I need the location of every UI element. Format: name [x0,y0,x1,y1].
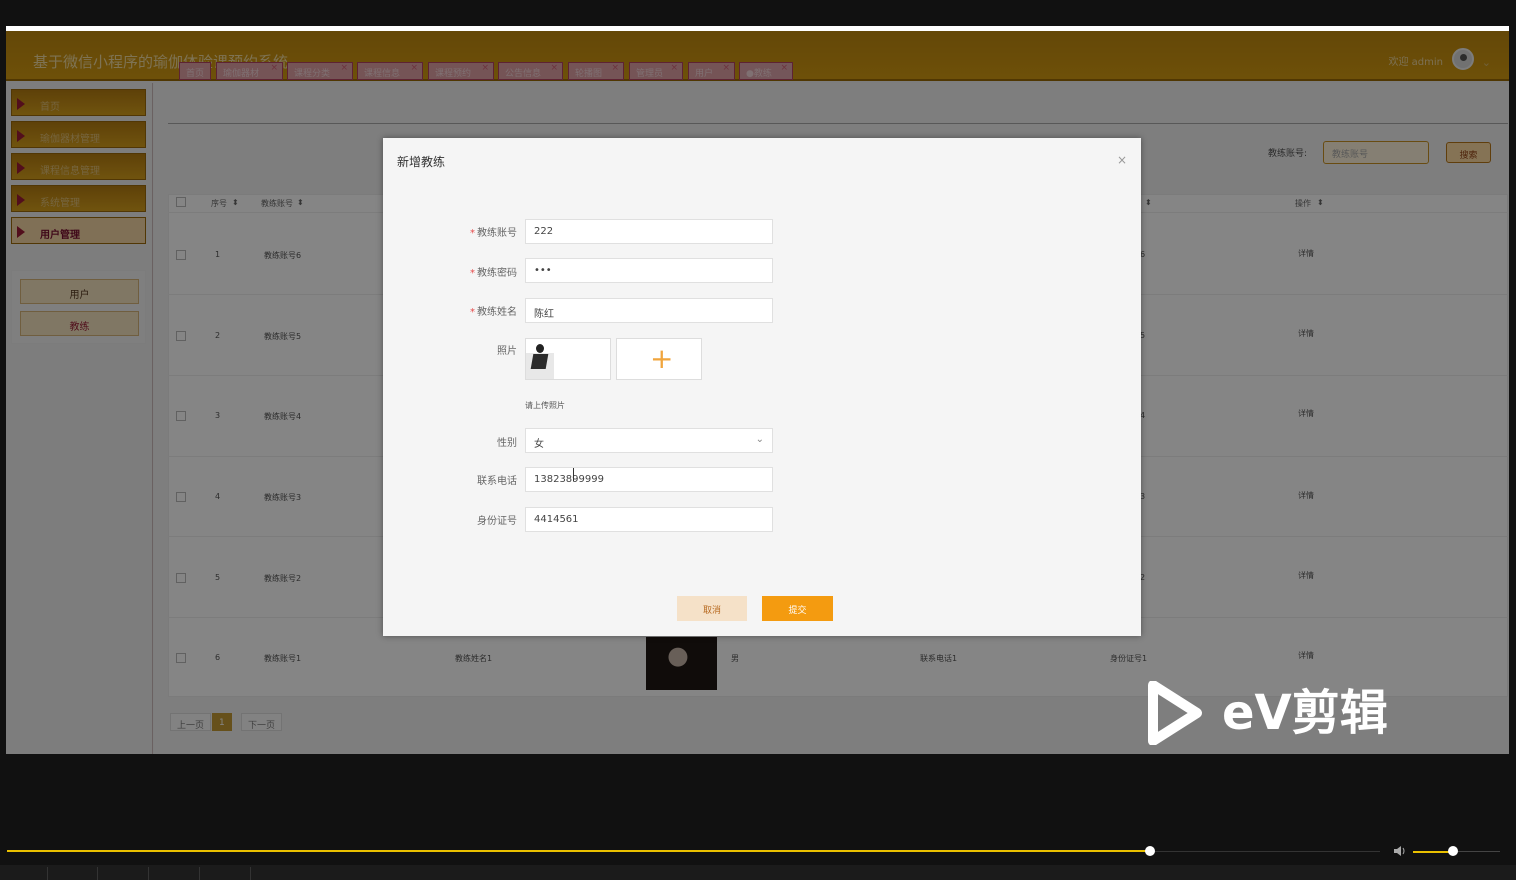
photo-label: 照片 [497,346,517,357]
playback-handle[interactable] [1145,846,1155,856]
submit-button[interactable]: 提交 [762,596,833,621]
chevron-down-icon[interactable]: ⌄ [756,434,764,445]
play-icon [1148,681,1202,745]
watermark-text: eV剪辑 [1222,685,1388,741]
account-label-text: 教练账号 [477,228,517,239]
password-label: * 教练密码 [397,264,517,279]
player-tab[interactable] [0,867,48,880]
required-mark: * [470,307,475,318]
player-tab[interactable] [50,867,98,880]
video-player: 基于微信小程序的瑜伽体验课预约系统 欢迎 admin ⌄ 首页 瑜伽器材管理 课… [0,0,1516,880]
close-icon[interactable]: × [1117,153,1127,167]
volume-icon[interactable] [1393,845,1407,857]
name-label: * 教练姓名 [397,303,517,318]
plus-icon: + [650,342,674,375]
name-input[interactable]: 陈红 [525,298,773,323]
playback-progress[interactable] [7,850,1150,852]
photo-thumbnail [526,339,554,379]
idcard-label: 身份证号 [477,516,517,527]
player-tab[interactable] [101,867,149,880]
password-input[interactable]: ••• [525,258,773,283]
account-input[interactable]: 222 [525,219,773,244]
volume-handle[interactable] [1448,846,1458,856]
photo-upload-button[interactable]: + [616,338,702,380]
modal-title: 新增教练 [397,155,446,169]
gender-select[interactable]: 女 ⌄ [525,428,773,453]
required-mark: * [470,268,475,279]
playback-remaining[interactable] [1150,851,1380,852]
player-tab[interactable] [152,867,200,880]
name-label-text: 教练姓名 [477,307,517,318]
required-mark: * [470,228,475,239]
account-label: * 教练账号 [397,224,517,239]
photo-hint: 请上传照片 [525,401,565,410]
password-label-text: 教练密码 [477,268,517,279]
text-cursor [573,468,574,481]
add-coach-modal: 新增教练 × * 教练账号 222 * 教练密码 ••• * 教练姓名 陈红 照片 +… [383,138,1141,636]
player-tab[interactable] [203,867,251,880]
cancel-button[interactable]: 取消 [677,596,747,621]
volume-level[interactable] [1413,851,1453,853]
idcard-input[interactable]: 4414561 [525,507,773,532]
gender-value: 女 [534,439,544,450]
phone-input[interactable]: 13823899999 [525,467,773,492]
watermark-logo: eV剪辑 [1145,681,1435,749]
gender-label: 性别 [497,438,517,449]
volume-track[interactable] [1455,851,1500,852]
uploaded-photo[interactable] [525,338,611,380]
phone-label: 联系电话 [477,476,517,487]
